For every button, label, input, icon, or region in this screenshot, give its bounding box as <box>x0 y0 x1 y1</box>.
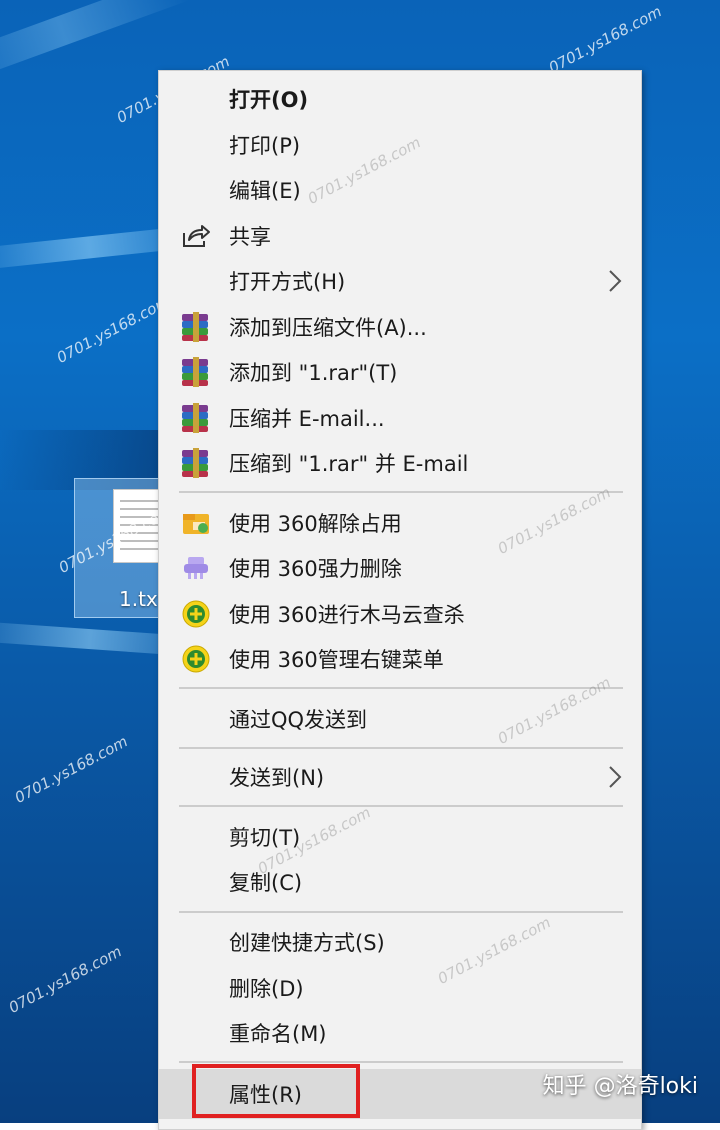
context-menu: 打开(O) 打印(P) 编辑(E) 共享 打开方式(H) 添加到压缩文件(A).… <box>158 70 642 1130</box>
menu-item-open[interactable]: 打开(O) <box>159 77 641 121</box>
menu-item-add-to-archive[interactable]: 添加到压缩文件(A)... <box>159 305 641 349</box>
menu-item-label: 打开(O) <box>229 88 309 112</box>
menu-item-360-unlock[interactable]: 使用 360解除占用 <box>159 501 641 545</box>
menu-separator <box>179 687 623 689</box>
winrar-icon <box>179 447 213 479</box>
footer-credit: 知乎 @洛奇loki <box>542 1074 698 1099</box>
menu-item-compress-email[interactable]: 压缩并 E-mail... <box>159 396 641 440</box>
menu-item-label: 复制(C) <box>229 871 303 895</box>
chevron-right-icon <box>605 763 625 791</box>
menu-item-share[interactable]: 共享 <box>159 214 641 258</box>
menu-item-label: 打印(P) <box>229 134 301 158</box>
360-scan-icon <box>179 598 213 630</box>
menu-separator <box>179 747 623 749</box>
menu-item-label: 属性(R) <box>229 1083 302 1107</box>
menu-item-label: 使用 360解除占用 <box>229 512 402 536</box>
menu-item-label: 重命名(M) <box>229 1022 327 1046</box>
menu-item-send-to[interactable]: 发送到(N) <box>159 755 641 799</box>
menu-item-add-to-rar[interactable]: 添加到 "1.rar"(T) <box>159 350 641 394</box>
menu-separator <box>179 1061 623 1063</box>
menu-item-label: 使用 360进行木马云查杀 <box>229 603 465 627</box>
360-scan-icon <box>179 643 213 675</box>
menu-item-360-shred[interactable]: 使用 360强力删除 <box>159 546 641 590</box>
menu-item-label: 发送到(N) <box>229 766 325 790</box>
menu-item-copy[interactable]: 复制(C) <box>159 860 641 904</box>
winrar-icon <box>179 402 213 434</box>
menu-item-label: 删除(D) <box>229 977 304 1001</box>
menu-item-label: 添加到压缩文件(A)... <box>229 316 427 340</box>
menu-item-label: 共享 <box>229 225 271 249</box>
menu-item-label: 打开方式(H) <box>229 270 346 294</box>
menu-item-cut[interactable]: 剪切(T) <box>159 815 641 859</box>
menu-separator <box>179 911 623 913</box>
menu-item-delete[interactable]: 删除(D) <box>159 966 641 1010</box>
watermark: 0701.ys168.com <box>545 2 665 77</box>
watermark: 0701.ys168.com <box>5 942 125 1017</box>
menu-item-rename[interactable]: 重命名(M) <box>159 1011 641 1055</box>
menu-item-edit[interactable]: 编辑(E) <box>159 168 641 212</box>
menu-item-label: 添加到 "1.rar"(T) <box>229 361 398 385</box>
menu-item-compress-rar-email[interactable]: 压缩到 "1.rar" 并 E-mail <box>159 441 641 485</box>
menu-item-360-scan[interactable]: 使用 360进行木马云查杀 <box>159 592 641 636</box>
menu-item-label: 压缩并 E-mail... <box>229 407 385 431</box>
360-shred-icon <box>179 552 213 584</box>
watermark: 0701.ys168.com <box>53 292 173 367</box>
winrar-icon <box>179 356 213 388</box>
menu-separator <box>179 491 623 493</box>
360-unlock-icon <box>179 507 213 539</box>
chevron-right-icon <box>605 267 625 295</box>
menu-item-label: 使用 360强力删除 <box>229 557 402 581</box>
winrar-icon <box>179 311 213 343</box>
menu-item-create-shortcut[interactable]: 创建快捷方式(S) <box>159 920 641 964</box>
menu-item-send-via-qq[interactable]: 通过QQ发送到 <box>159 697 641 741</box>
menu-item-label: 压缩到 "1.rar" 并 E-mail <box>229 452 469 476</box>
menu-item-label: 通过QQ发送到 <box>229 708 368 732</box>
menu-separator <box>179 805 623 807</box>
menu-item-label: 使用 360管理右键菜单 <box>229 648 444 672</box>
share-icon <box>179 220 213 252</box>
menu-item-label: 创建快捷方式(S) <box>229 931 385 955</box>
menu-item-print[interactable]: 打印(P) <box>159 123 641 167</box>
menu-item-label: 剪切(T) <box>229 826 301 850</box>
menu-item-open-with[interactable]: 打开方式(H) <box>159 259 641 303</box>
desktop-file-item[interactable]: 1.txt <box>74 478 170 618</box>
watermark: 0701.ys168.com <box>11 732 131 807</box>
menu-item-label: 编辑(E) <box>229 179 301 203</box>
menu-item-360-menu-manager[interactable]: 使用 360管理右键菜单 <box>159 637 641 681</box>
